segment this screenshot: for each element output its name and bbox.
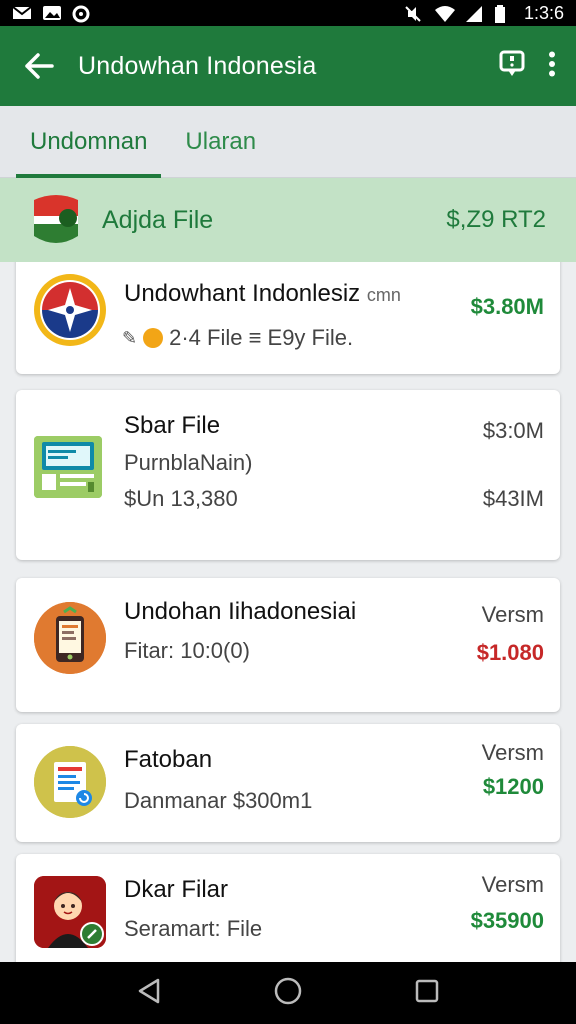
- bookmark-button[interactable]: [498, 49, 526, 84]
- wifi-icon: [434, 5, 455, 22]
- report-document-icon: [34, 746, 106, 818]
- arrow-back-icon: [25, 53, 54, 79]
- system-nav-bar: [0, 962, 576, 1024]
- item-detail: $Un 13,380: [124, 486, 238, 511]
- item-name: Fatoban: [124, 746, 213, 773]
- phone-document-icon: [34, 602, 106, 674]
- file-list: Undowhant Indonlesiz cmn ✎ 2·4 File ≡ E9…: [0, 262, 576, 962]
- item-top-value: Versm: [481, 602, 544, 627]
- item-subtitle: 2·4 File ≡ E9y File.: [169, 325, 354, 350]
- nav-recents-button[interactable]: [414, 978, 440, 1009]
- item-top-value: Versm: [481, 740, 544, 765]
- status-bar: 1:3:6: [0, 0, 576, 26]
- tab-ularan[interactable]: Ularan: [161, 106, 270, 178]
- item-value: $3.80M: [470, 294, 544, 319]
- item-name: Sbar File: [124, 412, 221, 439]
- compass-star-icon: [34, 274, 106, 346]
- item-subtitle: Danmanar $300m1: [124, 788, 313, 813]
- tab-bar: Undomnan Ularan: [0, 106, 576, 178]
- list-item[interactable]: Dkar Filar Seramart: File Versm $35900: [16, 854, 560, 962]
- mute-icon: [404, 5, 424, 22]
- list-item[interactable]: Sbar File PurnblaNain) $Un 13,380 $3:0M …: [16, 390, 560, 560]
- image-icon: [42, 5, 62, 21]
- item-top-value: $3:0M: [482, 418, 544, 443]
- nav-home-button[interactable]: [273, 976, 303, 1011]
- list-item[interactable]: Fatoban Danmanar $300m1 Versm $1200: [16, 724, 560, 842]
- status-time: 1:3:6: [523, 2, 564, 23]
- item-name: Undowhant Indonlesiz: [124, 280, 361, 307]
- avatar-icon: [34, 876, 106, 948]
- pin-icon: ✎: [122, 327, 138, 348]
- item-subtitle: Seramart: File: [124, 916, 263, 941]
- more-vert-icon: [549, 51, 555, 76]
- summary-banner[interactable]: Adjda File $,Z9 RT2: [0, 178, 576, 262]
- item-value: $1.080: [476, 640, 544, 665]
- item-name: Dkar Filar: [124, 876, 229, 903]
- overflow-menu-button[interactable]: [548, 51, 556, 82]
- circle-home-icon: [274, 977, 302, 1004]
- tab-undomnan[interactable]: Undomnan: [0, 106, 162, 178]
- document-screen-icon: [34, 436, 102, 498]
- square-recents-icon: [416, 979, 439, 1002]
- item-name: Undohan Iihadonesiai: [124, 598, 357, 625]
- item-name-suffix: cmn: [366, 285, 401, 305]
- app-bar: Undowhan Indonesia: [0, 26, 576, 106]
- page-title: Undowhan Indonesia: [78, 51, 317, 80]
- banner-label: Adjda File: [102, 205, 214, 234]
- nav-back-button[interactable]: [136, 977, 162, 1010]
- gmail-icon: [12, 5, 32, 21]
- item-value: $35900: [470, 908, 544, 933]
- list-item[interactable]: Undowhant Indonlesiz cmn ✎ 2·4 File ≡ E9…: [16, 262, 560, 374]
- signal-icon: [464, 5, 484, 22]
- item-value: $1200: [482, 774, 544, 799]
- triangle-back-icon: [138, 978, 159, 1003]
- banner-amount: $,Z9 RT2: [446, 206, 546, 233]
- item-subtitle: Fitar: 10:0(0): [124, 638, 250, 663]
- item-top-value: Versm: [481, 872, 544, 897]
- sync-icon: [72, 5, 92, 23]
- item-value: $43IM: [482, 486, 544, 511]
- coin-icon: [143, 328, 164, 348]
- list-item[interactable]: Undohan Iihadonesiai Fitar: 10:0(0) Vers…: [16, 578, 560, 712]
- battery-icon: [494, 5, 514, 23]
- indonesia-flag-icon: [30, 192, 82, 248]
- item-subtitle: PurnblaNain): [124, 450, 253, 475]
- bookmark-add-icon: [499, 50, 525, 76]
- back-button[interactable]: [0, 26, 78, 106]
